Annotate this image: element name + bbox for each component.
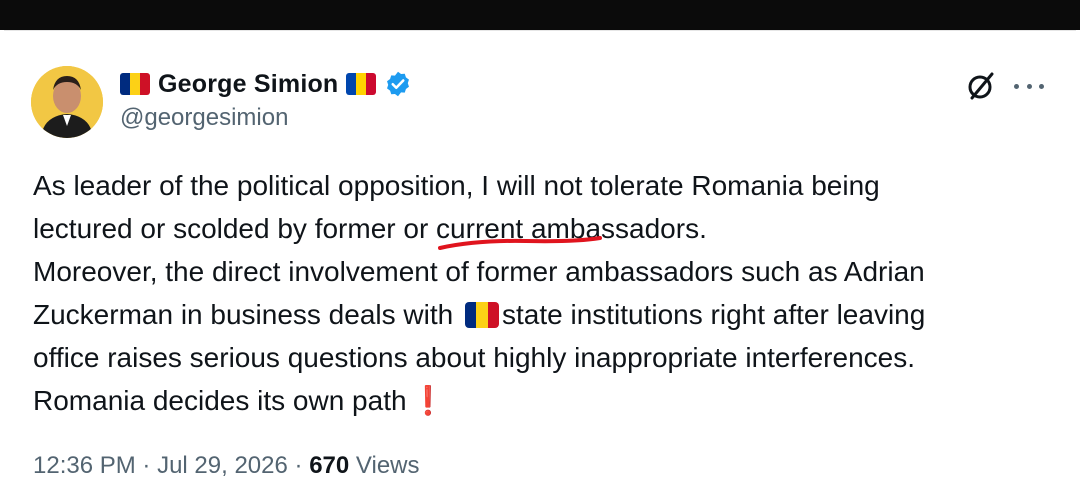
top-status-bar [0,0,1080,30]
post-meta: 12:36 PM · Jul 29, 2026 · 670 Views [33,452,420,480]
author-avatar[interactable] [31,66,103,138]
post-text-line: office raises serious questions about hi… [33,342,915,373]
grok-icon[interactable] [965,70,997,102]
post-text-line: Zuckerman in business deals with state i… [33,293,1063,336]
post-text-line: Moreover, the direct involvement of form… [33,256,925,287]
views-count: 670 [309,452,350,479]
post-text-segment: Romania decides its own path [33,385,407,416]
more-icon[interactable] [1014,72,1044,100]
romania-flag-icon [464,302,499,328]
author-handle[interactable]: @georgesimion [120,104,288,132]
post-text-segment: Zuckerman in business deals with [33,299,454,330]
post-time[interactable]: 12:36 PM [33,452,136,479]
views-label: Views [355,452,420,479]
exclamation-emoji: ❗ [410,385,446,416]
post-text: As leader of the political opposition, I… [33,164,1063,422]
more-dot [1039,83,1044,89]
romania-flag-icon [120,73,150,95]
post-text-segment: state institutions right after leaving [501,299,926,330]
author-display-name[interactable]: George Simion [158,70,338,99]
post-date[interactable]: Jul 29, 2026 [157,452,288,479]
more-dot [1014,83,1019,89]
post-text-line: As leader of the political opposition, I… [33,170,880,201]
post-text-line: Romania decides its own path ❗ [33,379,1063,422]
meta-separator: · [142,452,151,479]
more-dot [1026,83,1032,89]
verified-badge-icon[interactable] [384,70,412,98]
meta-separator: · [294,452,303,479]
moldova-flag-icon [346,73,377,95]
author-name-row[interactable]: George Simion [120,66,412,102]
red-underline-annotation [438,236,602,250]
